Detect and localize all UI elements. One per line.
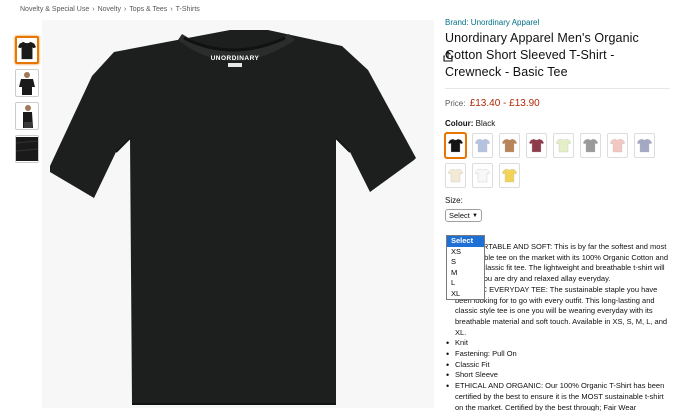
tshirt-icon [501, 168, 518, 183]
swatch-cream[interactable] [445, 163, 466, 188]
swatch-camel[interactable] [499, 133, 520, 158]
breadcrumb-separator: › [123, 6, 127, 13]
tshirt-icon [447, 138, 464, 153]
swatch-light-blue[interactable] [472, 133, 493, 158]
divider [445, 88, 670, 89]
tshirt-icon [528, 138, 545, 153]
feature-bullet: Short Sleeve [445, 370, 673, 381]
size-dropdown-menu[interactable]: Select XS S M L XL [446, 235, 485, 300]
size-select[interactable]: Select ▼ [445, 209, 482, 222]
size-select-value: Select [449, 211, 470, 220]
tshirt-icon [447, 168, 464, 183]
feature-bullet: Knit [445, 338, 673, 349]
thumbnail-fabric-detail[interactable] [15, 135, 39, 163]
tshirt-icon: UNORDINARY [50, 30, 416, 405]
tshirt-icon [582, 138, 599, 153]
tshirt-icon [474, 138, 491, 153]
swatch-lavender[interactable] [634, 133, 655, 158]
colour-value: Black [475, 119, 496, 128]
breadcrumb-link[interactable]: Tops & Tees [129, 6, 167, 13]
breadcrumb-separator: › [170, 6, 173, 13]
model-icon [23, 105, 33, 128]
tshirt-icon [17, 41, 37, 60]
price-label: Price: [445, 99, 466, 108]
main-product-image[interactable]: UNORDINARY [42, 20, 457, 408]
thumbnail-model-front[interactable] [15, 69, 39, 97]
thumbnail-front[interactable] [15, 36, 39, 64]
product-title: Unordinary Apparel Men's Organic Cotton … [445, 31, 639, 79]
swatch-grey[interactable] [580, 133, 601, 158]
model-icon [19, 72, 35, 95]
chevron-down-icon: ▼ [472, 212, 478, 219]
brand-link[interactable]: Brand: Unordinary Apparel [445, 18, 670, 27]
price-row: Price: £13.40 - £13.90 [445, 98, 670, 109]
swatch-black[interactable] [445, 133, 466, 158]
feature-bullet: Classic Fit [445, 360, 673, 371]
price-value: £13.40 - £13.90 [469, 98, 540, 109]
fabric-icon [16, 137, 38, 161]
colour-label: Colour: Black [445, 119, 670, 128]
swatch-burgundy[interactable] [526, 133, 547, 158]
tshirt-icon [501, 138, 518, 153]
swatch-pink[interactable] [607, 133, 628, 158]
thumbnail-model-side[interactable] [15, 102, 39, 130]
breadcrumb-link[interactable]: T-Shirts [176, 6, 200, 13]
size-option[interactable]: M [447, 268, 484, 279]
colour-label-text: Colour: [445, 119, 474, 128]
feature-bullet: Fastening: Pull On [445, 349, 673, 360]
size-option[interactable]: Select [447, 236, 484, 247]
shirt-label-text: UNORDINARY [211, 55, 260, 62]
size-option[interactable]: L [447, 278, 484, 289]
thumbnail-strip [15, 36, 41, 168]
size-option[interactable]: S [447, 257, 484, 268]
breadcrumb-separator: › [92, 6, 95, 13]
size-option[interactable]: XL [447, 289, 484, 300]
breadcrumb-link[interactable]: Novelty & Special Use [20, 6, 89, 13]
tshirt-icon [636, 138, 653, 153]
swatch-yellow[interactable] [499, 163, 520, 188]
size-option[interactable]: XS [447, 247, 484, 258]
product-details: Brand: Unordinary Apparel Unordinary App… [445, 18, 670, 223]
tshirt-icon [555, 138, 572, 153]
tshirt-icon [474, 168, 491, 183]
colour-swatches [445, 133, 665, 188]
feature-bullet: ETHICAL AND ORGANIC: Our 100% Organic T-… [445, 381, 673, 411]
size-label: Size: [445, 196, 463, 205]
swatch-white[interactable] [472, 163, 493, 188]
tshirt-icon [609, 138, 626, 153]
breadcrumb: Novelty & Special Use › Novelty › Tops & Tee… [20, 6, 200, 13]
swatch-pale-green[interactable] [553, 133, 574, 158]
breadcrumb-link[interactable]: Novelty [98, 6, 121, 13]
